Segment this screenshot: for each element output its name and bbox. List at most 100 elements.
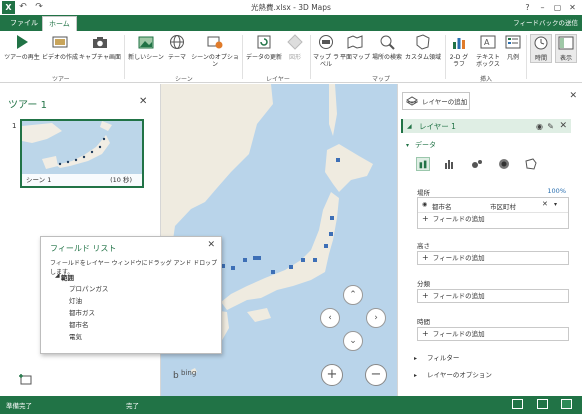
layer-header[interactable]: ◢ レイヤー 1 ◉ ✎ ✕ [401, 119, 571, 133]
field-group-name[interactable]: 範囲 [61, 272, 74, 282]
group-separator [124, 35, 125, 79]
display-label: 表示 [559, 55, 572, 62]
add-location-field[interactable]: + フィールドの追加 [418, 213, 568, 225]
minimize-button[interactable]: – [535, 0, 550, 15]
rename-pencil-icon[interactable]: ✎ [547, 122, 554, 131]
custom-regions-button[interactable]: カスタム領域 [404, 34, 442, 61]
tab-home[interactable]: ホーム [42, 16, 77, 31]
zoom-out-button[interactable]: − [365, 364, 387, 386]
add-scene-icon[interactable] [18, 373, 32, 385]
status-ready: 準備完了 [6, 402, 32, 410]
status-bar: 準備完了 完了 [0, 396, 582, 414]
data-section-header[interactable]: ▾ データ [406, 140, 436, 150]
undo-icon[interactable]: ↶ [15, 1, 31, 14]
plus-icon: + [422, 214, 429, 223]
add-category-field[interactable]: + フィールドの追加 [418, 290, 568, 302]
delete-layer-icon[interactable]: ✕ [559, 121, 567, 131]
location-field-row[interactable]: ◉ 都市名 市区町村 ✕ ▾ [418, 198, 568, 213]
add-height-field[interactable]: + フィールドの追加 [418, 252, 568, 264]
location-label: 場所 [417, 189, 430, 197]
capture-icon[interactable] [537, 399, 548, 409]
field-item[interactable]: 都市名 [69, 319, 89, 329]
add-field-label: フィールドの追加 [432, 330, 485, 338]
field-item[interactable]: 灯油 [69, 295, 82, 305]
capture-screen-label: キャプチャ画面 [79, 54, 121, 61]
theme-button[interactable]: テーマ [166, 34, 188, 61]
display-toggle-button[interactable]: 表示 [555, 34, 577, 63]
collapse-triangle-icon[interactable]: ◢ [55, 272, 60, 279]
scene-view-icon[interactable] [512, 399, 523, 409]
find-location-button[interactable]: 場所の検索 [371, 34, 403, 61]
layer-pane-close-icon[interactable]: ✕ [569, 91, 577, 101]
svg-text:A: A [484, 38, 490, 47]
bubble-icon[interactable] [470, 157, 484, 171]
stacked-column-icon[interactable] [416, 157, 430, 171]
field-item[interactable]: 電気 [69, 331, 82, 341]
map-labels-button[interactable]: マップ ラベル [312, 34, 340, 68]
height-well[interactable]: + フィールドの追加 [417, 251, 569, 265]
rotate-left-button[interactable]: ‹ [320, 308, 340, 328]
add-layer-button[interactable]: レイヤーの追加 [402, 92, 470, 110]
field-item[interactable]: 都市ガス [69, 307, 95, 317]
chart-2d-button[interactable]: 2-D グラフ [447, 34, 471, 68]
filters-section[interactable]: ▸ フィルター [414, 352, 459, 362]
create-video-button[interactable]: ビデオの作成 [42, 34, 78, 61]
help-button[interactable]: ? [520, 0, 535, 15]
remove-field-icon[interactable]: ✕ [542, 200, 548, 208]
new-scene-label: 新しいシーン [128, 54, 164, 61]
group-label-insert: 挿入 [480, 76, 493, 83]
refresh-data-label: データの更新 [245, 54, 282, 61]
feedback-link[interactable]: フィードバックの送信 [513, 17, 578, 27]
maximize-button[interactable]: ▢ [550, 0, 565, 15]
add-layer-label: レイヤーの追加 [422, 98, 468, 106]
capture-screen-button[interactable]: キャプチャ画面 [79, 34, 121, 61]
location-radio-icon[interactable]: ◉ [422, 201, 427, 208]
refresh-data-button[interactable]: データの更新 [245, 34, 283, 61]
scene-thumbnail-map [22, 121, 142, 174]
zoom-in-button[interactable]: + [321, 364, 343, 386]
clock-icon [534, 36, 548, 50]
scene-thumbnail[interactable]: シーン 1 (10 秒) [20, 119, 144, 188]
legend-button[interactable]: 凡例 [503, 34, 523, 61]
globe-icon [170, 35, 184, 49]
time-well[interactable]: + フィールドの追加 [417, 327, 569, 341]
new-scene-button[interactable]: 新しいシーン [127, 34, 165, 61]
rotate-right-button[interactable]: › [366, 308, 386, 328]
tour-close-icon[interactable]: ✕ [139, 96, 147, 107]
visibility-eye-icon[interactable]: ◉ [536, 122, 543, 131]
field-item[interactable]: プロパンガス [69, 283, 108, 293]
shapes-label: 図形 [288, 54, 301, 61]
shapes-button[interactable]: 図形 [284, 34, 306, 61]
scene-options-button[interactable]: シーンのオプション [190, 34, 240, 68]
heat-map-icon[interactable] [497, 157, 511, 171]
text-box-button[interactable]: A テキスト ボックス [473, 34, 503, 68]
time-toggle-button[interactable]: 時間 [530, 34, 552, 63]
layout-icon[interactable] [561, 399, 572, 409]
layer-options-section[interactable]: ▸ レイヤーのオプション [414, 369, 492, 379]
region-icon[interactable] [524, 157, 538, 171]
category-well[interactable]: + フィールドの追加 [417, 289, 569, 303]
find-location-label: 場所の検索 [371, 54, 402, 61]
add-field-label: フィールドの追加 [432, 254, 485, 262]
flat-map-button[interactable]: 平面マップ [340, 34, 370, 61]
tilt-up-button[interactable]: ⌃ [343, 285, 363, 305]
location-type-select[interactable]: 市区町村 [490, 201, 516, 211]
collapse-triangle-icon[interactable]: ◢ [407, 123, 412, 130]
location-match-percent[interactable]: 100% [547, 187, 566, 195]
add-field-label: フィールドの追加 [432, 215, 485, 223]
field-list-close-icon[interactable]: ✕ [207, 240, 215, 250]
chevron-down-icon[interactable]: ▾ [554, 201, 557, 208]
clustered-column-icon[interactable] [443, 157, 457, 171]
tour-title: ツアー 1 [8, 100, 47, 111]
add-time-field[interactable]: + フィールドの追加 [418, 328, 568, 340]
tab-file[interactable]: ファイル [4, 16, 44, 31]
redo-icon[interactable]: ↷ [31, 1, 47, 14]
camera-icon [93, 37, 107, 48]
tilt-down-button[interactable]: ⌄ [343, 331, 363, 351]
plus-icon: + [422, 291, 429, 300]
play-tour-button[interactable]: ツアーの再生 [3, 34, 41, 61]
expand-triangle-icon: ▸ [414, 355, 418, 362]
ribbon-tab-bar: ファイル ホーム フィードバックの送信 [0, 15, 582, 31]
close-window-button[interactable]: ✕ [565, 0, 580, 15]
layer-pane: レイヤーの追加 ✕ ◢ レイヤー 1 ◉ ✎ ✕ ▾ データ 場所 100% ◉ … [397, 84, 582, 396]
